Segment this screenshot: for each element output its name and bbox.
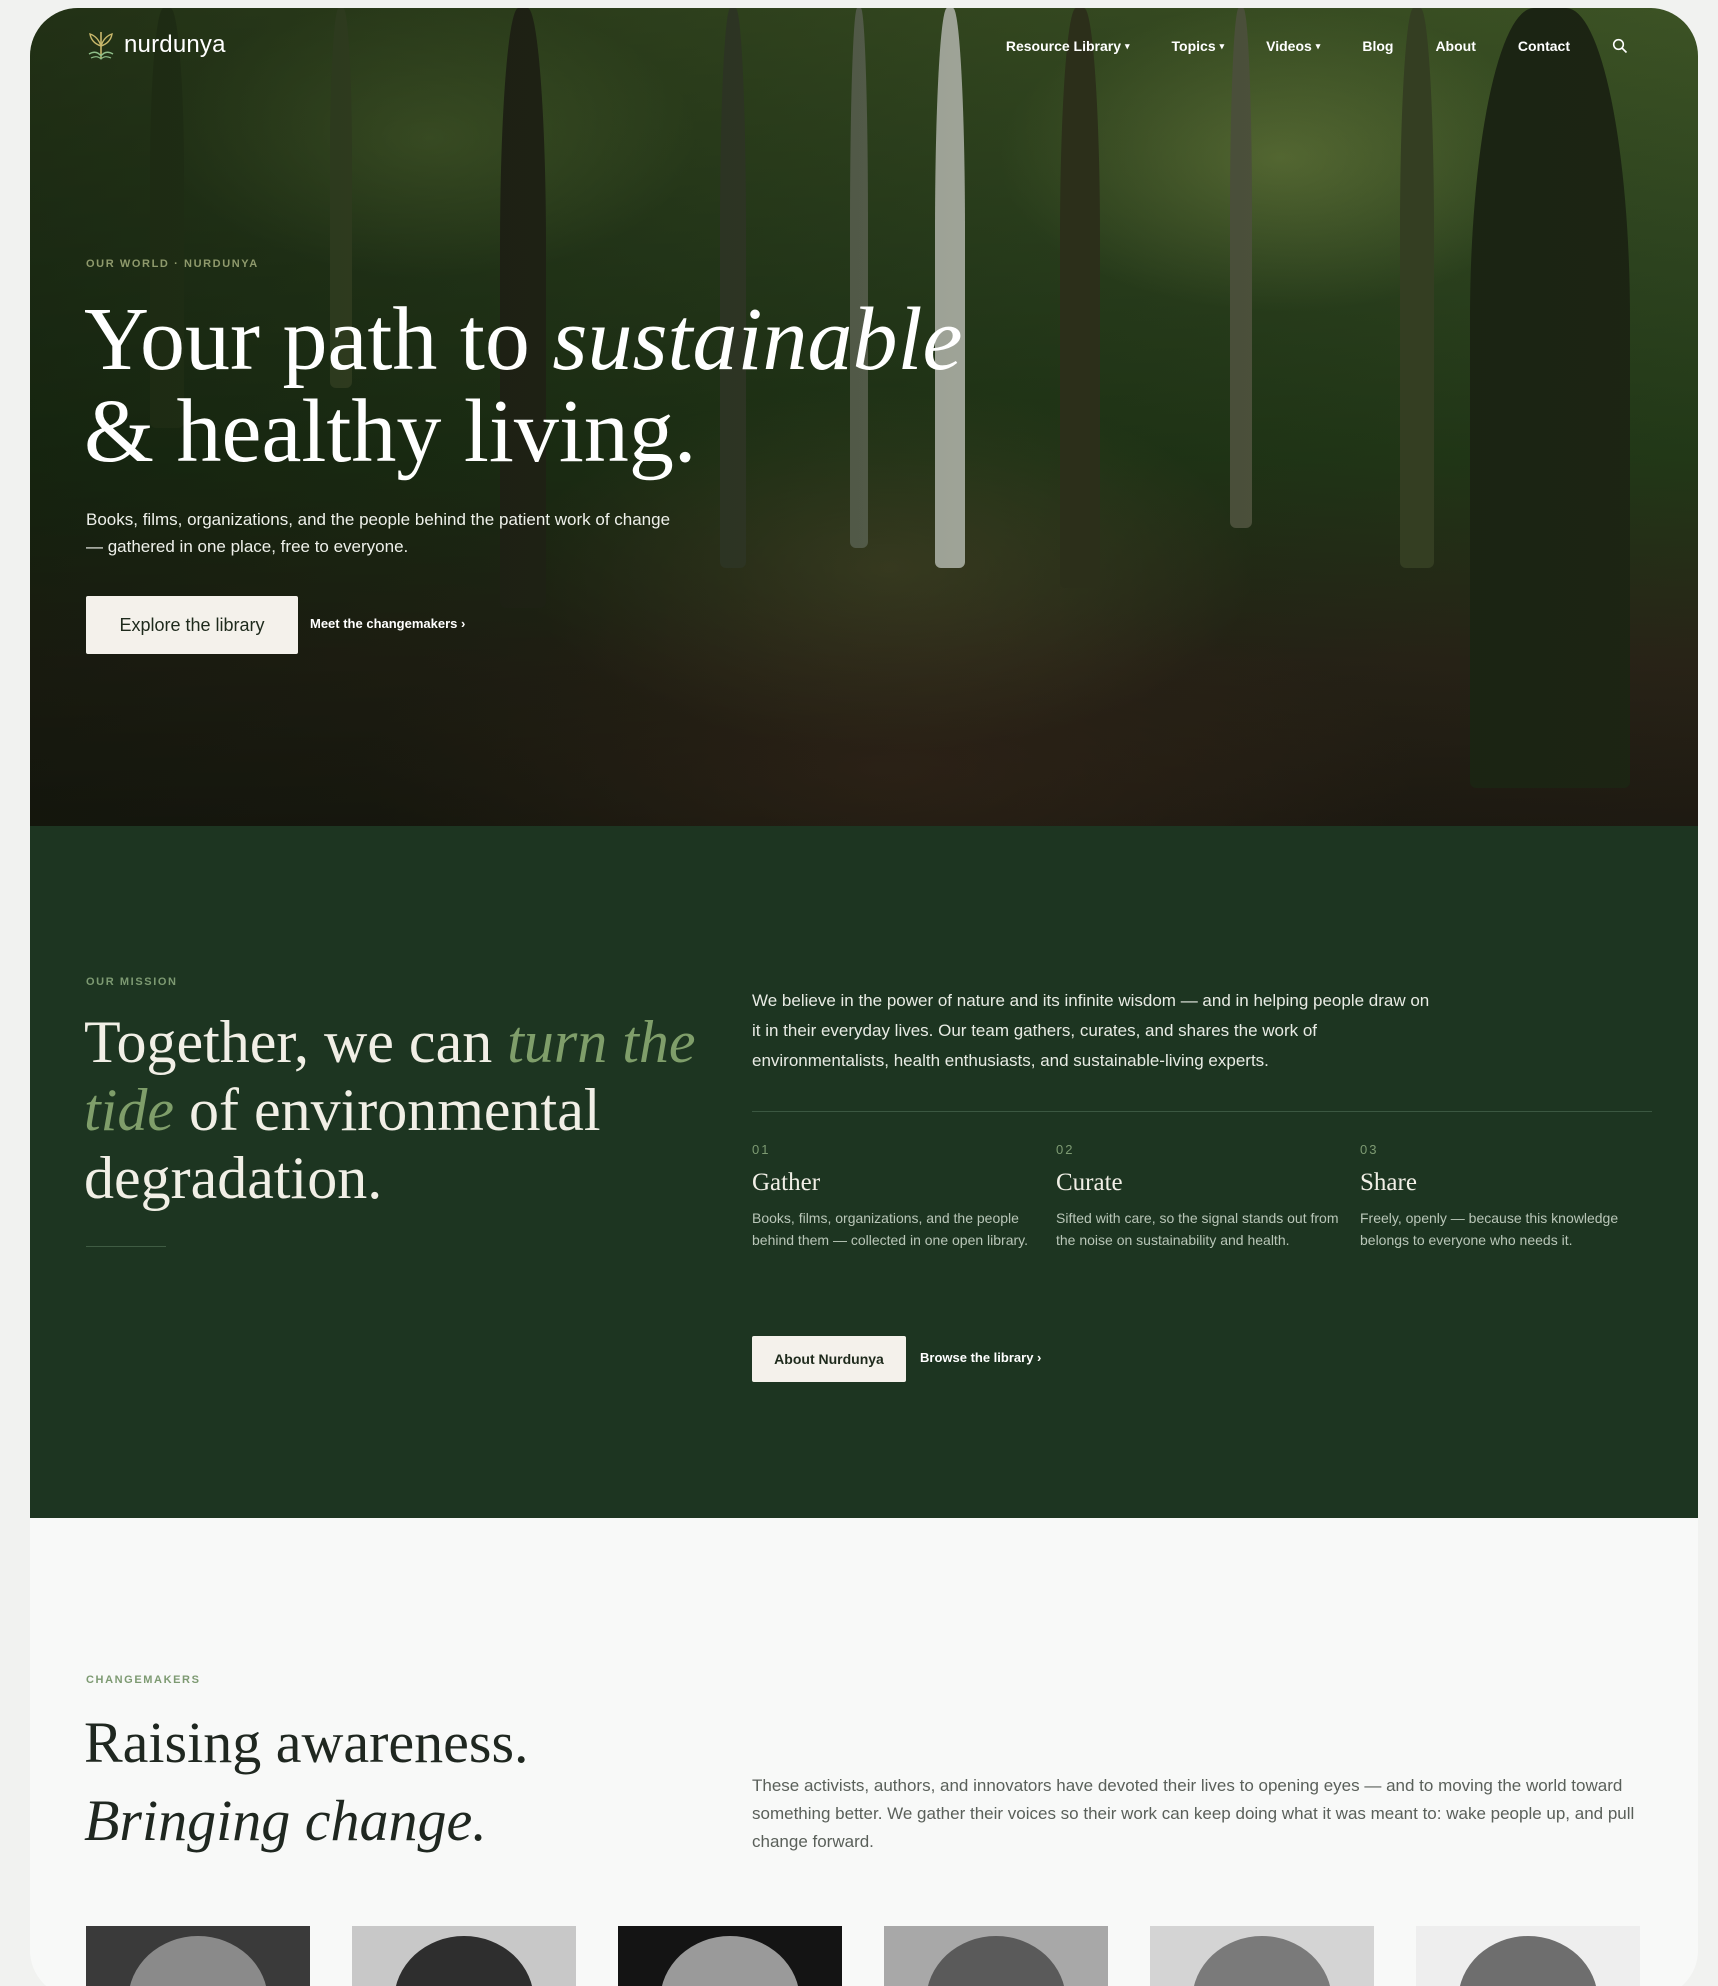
step-share: 03 Share Freely, openly — because this k…: [1360, 1142, 1650, 1251]
hero-title-italic: sustainable: [552, 290, 963, 389]
step-curate: 02 Curate Sifted with care, so the signa…: [1056, 1142, 1346, 1251]
nav-item-blog[interactable]: Blog: [1362, 38, 1393, 54]
hero-section: nurdunya Resource Library ▾ Topics ▾ Vid…: [30, 8, 1698, 826]
portrait-face: [1192, 1936, 1332, 1986]
nav-item-about[interactable]: About: [1435, 38, 1475, 54]
nav-item-label: Resource Library: [1005, 38, 1121, 54]
mission-intro: We believe in the power of nature and it…: [752, 991, 1430, 1070]
search-icon[interactable]: [1612, 38, 1628, 54]
explore-library-button[interactable]: Explore the library: [86, 596, 298, 654]
hero-title-text: & healthy living.: [84, 382, 697, 481]
changemakers-title-italic: Bringing change.: [84, 1788, 487, 1853]
step-text: Sifted with care, so the signal stands o…: [1056, 1210, 1339, 1248]
hero-subtitle: Books, films, organizations, and the peo…: [86, 510, 671, 556]
changemaker-portrait[interactable]: [352, 1926, 576, 1986]
changemakers-title: Raising awareness. Bringing change.: [84, 1704, 724, 1860]
changemaker-portrait[interactable]: [884, 1926, 1108, 1986]
nav-item-label: Videos: [1266, 38, 1312, 54]
divider: [752, 1111, 1652, 1112]
chevron-down-icon: ▾: [1219, 40, 1225, 51]
nav-item-videos[interactable]: Videos ▾: [1266, 38, 1320, 54]
leaf-logo-icon: [88, 32, 114, 60]
portrait-face: [394, 1936, 534, 1986]
mission-section: OUR MISSION Together, we can turn the ti…: [30, 826, 1698, 1518]
mission-eyebrow: OUR MISSION: [86, 976, 178, 988]
about-nurdunya-button[interactable]: About Nurdunya: [752, 1336, 906, 1382]
divider: [86, 1246, 166, 1247]
chevron-down-icon: ▾: [1315, 40, 1321, 51]
page-frame: nurdunya Resource Library ▾ Topics ▾ Vid…: [30, 8, 1698, 1986]
nav-links: Resource Library ▾ Topics ▾ Videos ▾ Blo…: [1006, 38, 1628, 54]
mission-title: Together, we can turn the tide of enviro…: [84, 1008, 724, 1212]
hero-title-text: Your path to: [84, 290, 553, 389]
step-title: Share: [1360, 1169, 1417, 1196]
changemakers-title-text: Raising awareness.: [84, 1710, 529, 1775]
mission-title-text: Together, we can: [84, 1009, 508, 1075]
nav-item-contact[interactable]: Contact: [1518, 38, 1570, 54]
step-gather: 01 Gather Books, films, organizations, a…: [752, 1142, 1042, 1251]
changemakers-intro: These activists, authors, and innovators…: [752, 1776, 1635, 1851]
changemaker-portrait[interactable]: [1416, 1926, 1640, 1986]
portrait-face: [926, 1936, 1066, 1986]
nav-item-resource-library[interactable]: Resource Library ▾: [1006, 38, 1130, 54]
step-text: Books, films, organizations, and the peo…: [752, 1210, 1029, 1248]
step-text: Freely, openly — because this knowledge …: [1360, 1210, 1619, 1248]
brand-logo[interactable]: nurdunya: [84, 28, 226, 62]
changemaker-portrait[interactable]: [86, 1926, 310, 1986]
browse-library-link[interactable]: Browse the library ›: [920, 1350, 1041, 1365]
nav-item-topics[interactable]: Topics ▾: [1172, 38, 1225, 54]
hero-title: Your path to sustainable & healthy livin…: [84, 294, 984, 478]
portrait-face: [128, 1936, 268, 1986]
step-title: Gather: [752, 1169, 821, 1196]
step-number: 02: [1056, 1142, 1075, 1157]
changemaker-portrait[interactable]: [618, 1926, 842, 1986]
nav-item-label: Topics: [1171, 38, 1216, 54]
top-navigation: nurdunya Resource Library ▾ Topics ▾ Vid…: [30, 8, 1698, 88]
changemaker-portrait[interactable]: [1150, 1926, 1374, 1986]
portrait-face: [1458, 1936, 1598, 1986]
changemakers-section: CHANGEMAKERS Raising awareness. Bringing…: [30, 1518, 1698, 1986]
step-number: 01: [752, 1142, 771, 1157]
step-number: 03: [1360, 1142, 1379, 1157]
portrait-face: [660, 1936, 800, 1986]
changemakers-eyebrow: CHANGEMAKERS: [86, 1674, 201, 1686]
chevron-down-icon: ▾: [1125, 40, 1130, 51]
brand-name: nurdunya: [124, 31, 226, 58]
step-title: Curate: [1056, 1169, 1123, 1196]
hero-eyebrow: OUR WORLD · NURDUNYA: [86, 258, 259, 270]
meet-changemakers-link[interactable]: Meet the changemakers ›: [310, 616, 465, 631]
